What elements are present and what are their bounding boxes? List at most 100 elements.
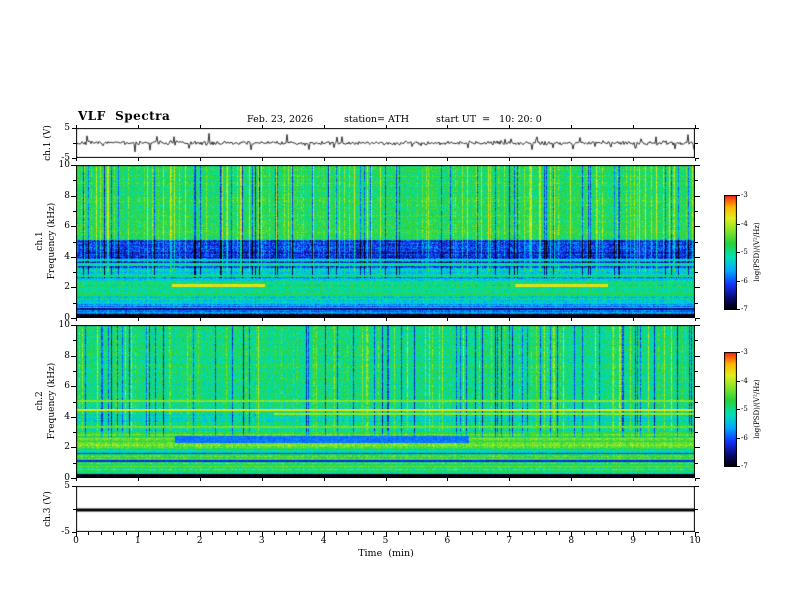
freq-tick xyxy=(73,241,76,243)
freq-tick xyxy=(73,401,76,403)
colorbar-tick-label: -6 xyxy=(741,433,748,442)
freq-tick xyxy=(71,287,76,289)
x-tick xyxy=(311,532,313,535)
freq-tick xyxy=(695,340,698,342)
freq-tick-label: 4 xyxy=(64,251,70,262)
freq-tick xyxy=(73,432,76,434)
freq-tick-label: 6 xyxy=(64,381,70,392)
x-tick xyxy=(410,532,412,535)
x-tick xyxy=(360,532,362,535)
ch1-voltage-waveform-panel xyxy=(76,128,695,158)
start-ut-label: start UT = 10: 20: 0 xyxy=(436,114,542,125)
x-tick xyxy=(162,532,164,535)
x-tick xyxy=(298,532,300,535)
x-tick xyxy=(447,125,449,128)
x-tick xyxy=(137,158,139,161)
freq-tick xyxy=(695,432,698,434)
freq-tick xyxy=(695,355,700,357)
x-tick xyxy=(212,532,214,535)
volt-tick xyxy=(695,143,698,144)
date-label: Feb. 23, 2026 xyxy=(247,114,314,125)
x-tick-label: 6 xyxy=(444,536,451,546)
ch3-voltage-waveform-panel xyxy=(76,486,695,532)
x-tick xyxy=(76,478,77,481)
freq-tick xyxy=(695,210,698,212)
freq-tick-label: 8 xyxy=(64,190,70,201)
x-tick-label: 8 xyxy=(568,536,575,546)
x-tick-label: 2 xyxy=(196,536,203,546)
x-tick xyxy=(620,532,622,535)
x-tick xyxy=(137,478,139,481)
freq-tick xyxy=(73,462,76,464)
x-tick xyxy=(100,532,102,535)
ch1-spec-ylabel-channel: ch.1 xyxy=(35,231,45,251)
ch1-wave-ylabel: ch.1 (V) xyxy=(43,125,53,161)
colorbar-ch2 xyxy=(724,352,737,467)
freq-tick xyxy=(695,447,700,449)
x-tick xyxy=(509,158,511,161)
freq-tick xyxy=(73,272,76,274)
x-tick xyxy=(546,532,548,535)
freq-tick xyxy=(695,256,700,258)
x-tick xyxy=(150,532,152,535)
x-tick xyxy=(608,532,610,535)
x-tick xyxy=(113,532,115,535)
ch2-spectrogram-panel xyxy=(76,325,695,478)
volt-tick-label: 5 xyxy=(64,123,70,133)
colorbar-tick xyxy=(737,309,740,310)
x-tick xyxy=(125,532,127,535)
volt-tick xyxy=(73,143,76,144)
freq-tick xyxy=(73,340,76,342)
colorbar-tick xyxy=(737,352,740,353)
volt-tick xyxy=(72,158,76,159)
x-tick xyxy=(286,532,288,535)
x-tick xyxy=(137,318,139,321)
freq-tick xyxy=(695,318,700,319)
x-tick xyxy=(199,478,201,481)
freq-tick xyxy=(71,386,76,388)
x-tick xyxy=(385,158,387,161)
freq-tick-label: 2 xyxy=(64,282,70,293)
volt-tick-label: -5 xyxy=(61,153,70,163)
x-tick xyxy=(633,125,635,128)
colorbar-ch1 xyxy=(724,195,737,310)
x-tick xyxy=(447,318,449,321)
ch1-spec-ylabel-frequency: Frequency (kHz) xyxy=(47,202,57,280)
freq-tick xyxy=(71,165,76,166)
freq-tick xyxy=(695,478,700,479)
x-tick xyxy=(583,532,585,535)
x-tick xyxy=(447,158,449,161)
x-tick xyxy=(385,478,387,481)
freq-tick xyxy=(695,195,700,197)
freq-tick xyxy=(695,401,698,403)
colorbar-tick xyxy=(737,380,740,382)
x-tick xyxy=(633,478,635,481)
x-tick xyxy=(645,532,647,535)
freq-tick xyxy=(695,287,700,289)
x-tick-label: 3 xyxy=(258,536,265,546)
x-tick xyxy=(385,125,387,128)
freq-tick xyxy=(71,256,76,258)
x-tick xyxy=(484,532,486,535)
x-tick-label: 0 xyxy=(73,536,79,546)
volt-tick-label: 5 xyxy=(64,481,70,491)
x-tick xyxy=(373,532,375,535)
colorbar-tick-label: -3 xyxy=(741,348,748,356)
colorbar-tick-label: -7 xyxy=(741,305,748,313)
freq-tick xyxy=(73,302,76,304)
freq-tick xyxy=(695,370,698,372)
freq-tick xyxy=(695,272,698,274)
x-tick-label: 5 xyxy=(382,536,389,546)
colorbar-ch1-label: log(PSD)/(V²/Hz) xyxy=(753,222,761,282)
freq-tick xyxy=(71,447,76,449)
freq-tick xyxy=(73,180,76,182)
x-tick xyxy=(571,318,573,321)
freq-tick-label: 8 xyxy=(64,350,70,361)
x-tick xyxy=(633,158,635,161)
x-tick-label: 10 xyxy=(689,536,701,546)
x-tick xyxy=(323,158,325,161)
freq-tick xyxy=(695,416,700,418)
x-tick xyxy=(509,318,511,321)
x-tick xyxy=(323,318,325,321)
x-tick xyxy=(521,532,523,535)
